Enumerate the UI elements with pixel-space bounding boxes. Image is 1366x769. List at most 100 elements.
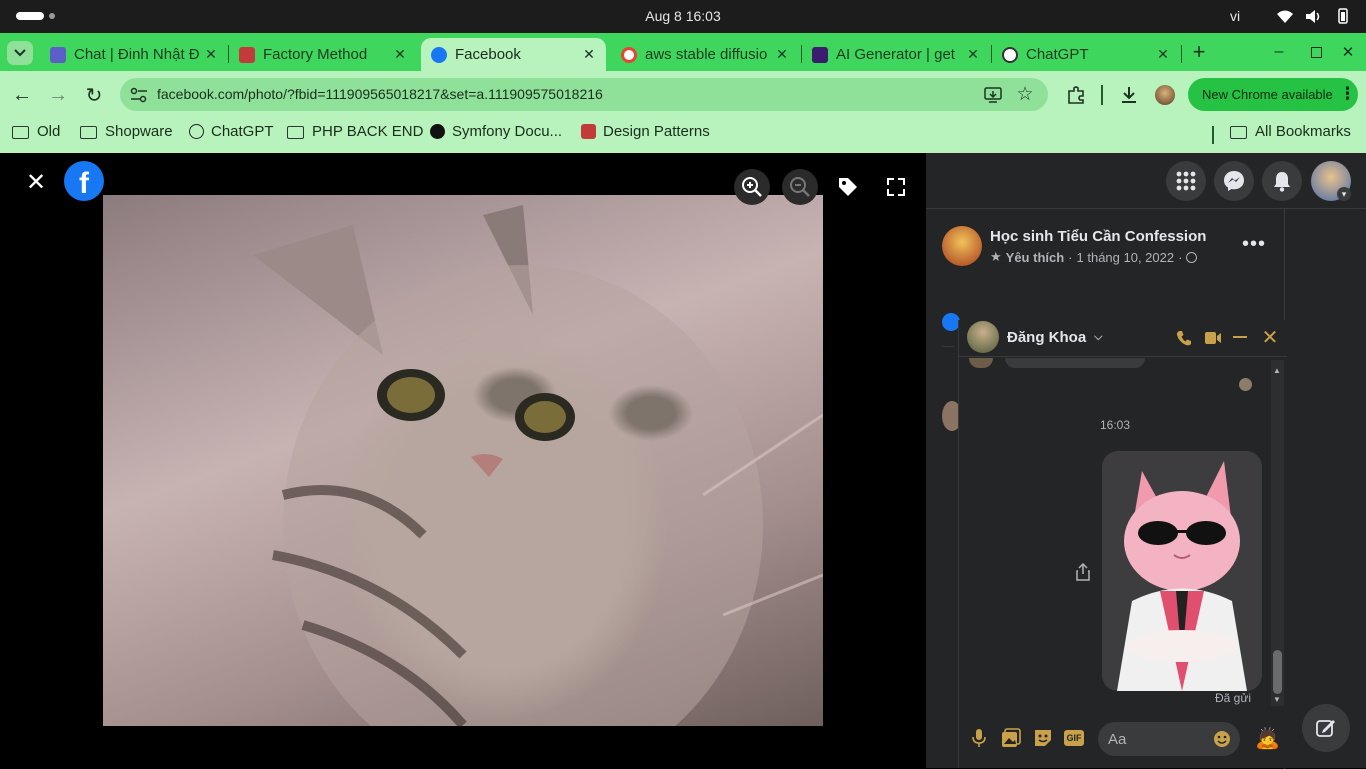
close-tab-icon[interactable]: ✕ (771, 46, 793, 63)
message-input[interactable]: Aa (1098, 722, 1240, 756)
tab-divider (1181, 45, 1182, 63)
facebook-logo-icon[interactable]: f (64, 161, 104, 201)
message-timestamp: 16:03 (1099, 418, 1131, 432)
sent-image-message[interactable] (1102, 451, 1262, 691)
tab-chat[interactable]: Chat | Đinh Nhật Đ ✕ (40, 38, 228, 71)
gif-icon[interactable]: GIF (1064, 730, 1084, 746)
chevron-down-icon (14, 49, 26, 57)
browser-toolbar: ← → ↻ facebook.com/photo/?fbid=111909565… (0, 71, 1366, 117)
read-receipt-avatar (1239, 378, 1252, 391)
tab-ai-generator[interactable]: AI Generator | get ✕ (802, 38, 990, 71)
contact-name: Đăng Khoa (1007, 329, 1087, 346)
folder-icon (1230, 126, 1247, 139)
extensions-icon[interactable] (1066, 85, 1086, 105)
bookmark-label: Symfony Docu... (452, 123, 563, 140)
back-arrow-icon[interactable]: ← (10, 83, 34, 107)
bookmark-folder-shopware[interactable]: Shopware (80, 123, 173, 140)
install-app-icon[interactable] (984, 86, 1002, 104)
bookmarks-bar: Old Shopware ChatGPT PHP BACK END Symfon… (0, 117, 1366, 154)
url-text[interactable]: facebook.com/photo/?fbid=111909565018217… (157, 86, 603, 102)
tab-label: AI Generator | get (836, 46, 955, 63)
tab-facebook[interactable]: Facebook ✕ (421, 38, 606, 71)
sticker-icon[interactable] (1033, 728, 1053, 748)
close-tab-icon[interactable]: ✕ (389, 46, 411, 63)
scroll-down-icon[interactable]: ▼ (1273, 695, 1281, 704)
google-icon (621, 46, 637, 63)
bookmark-star-icon[interactable]: ☆ (1014, 83, 1036, 105)
star-icon: ★ (990, 249, 1002, 264)
minimize-window-icon[interactable]: – (1268, 41, 1290, 63)
page-avatar[interactable] (942, 226, 982, 266)
account-chevron-icon[interactable]: ▾ (1337, 187, 1351, 201)
battery-icon[interactable] (1334, 7, 1352, 25)
minimize-chat-icon[interactable] (1233, 336, 1247, 338)
post-date[interactable]: 1 tháng 10, 2022 (1077, 250, 1175, 265)
input-language[interactable]: vi (1230, 8, 1240, 24)
download-icon[interactable] (1119, 85, 1139, 105)
close-tab-icon[interactable]: ✕ (578, 46, 600, 63)
reload-icon[interactable]: ↻ (82, 83, 106, 107)
tab-label: Facebook (455, 46, 521, 63)
new-message-button[interactable] (1302, 704, 1350, 752)
os-top-bar: Aug 8 16:03 vi (0, 0, 1366, 33)
chevron-down-icon: ⌵ (1094, 331, 1103, 343)
teams-icon (50, 46, 66, 63)
zoom-in-button[interactable] (734, 169, 770, 205)
all-bookmarks-button[interactable]: All Bookmarks (1230, 123, 1351, 140)
tab-search-button[interactable] (7, 41, 33, 65)
emoji-icon[interactable] (1213, 730, 1231, 748)
symfony-icon (430, 124, 445, 139)
new-tab-icon[interactable]: + (1188, 39, 1210, 64)
post-options-icon[interactable]: ••• (1242, 233, 1266, 256)
site-settings-icon[interactable] (130, 87, 148, 103)
close-window-icon[interactable]: ✕ (1337, 41, 1359, 63)
bookmark-folder-php-back-end[interactable]: PHP BACK END (287, 123, 423, 140)
tab-chatgpt[interactable]: ChatGPT ✕ (992, 38, 1180, 71)
new-chrome-available-button[interactable]: New Chrome available ⋮ (1188, 78, 1358, 111)
page-name[interactable]: Học sinh Tiểu Cần Confession (990, 228, 1206, 245)
scrollbar-thumb[interactable] (1273, 650, 1282, 694)
close-tab-icon[interactable]: ✕ (200, 46, 222, 63)
bookmark-design-patterns[interactable]: Design Patterns (581, 123, 710, 140)
fullscreen-button[interactable] (878, 169, 914, 205)
scroll-up-icon[interactable]: ▲ (1273, 366, 1281, 375)
quick-reaction-icon[interactable]: 🙇 (1255, 726, 1280, 751)
video-call-icon[interactable] (1204, 330, 1222, 346)
bookmark-chatgpt[interactable]: ChatGPT (189, 123, 274, 140)
volume-icon[interactable] (1305, 9, 1323, 24)
contact-avatar[interactable] (967, 321, 999, 353)
address-bar[interactable]: facebook.com/photo/?fbid=111909565018217… (120, 78, 1048, 111)
bookmark-symfony-docs[interactable]: Symfony Docu... (430, 123, 562, 140)
more-vert-icon[interactable]: ⋮ (1339, 84, 1356, 104)
chat-scrollbar[interactable]: ▲ ▼ (1271, 360, 1284, 706)
wifi-icon[interactable] (1276, 9, 1294, 24)
voice-call-icon[interactable] (1175, 329, 1193, 347)
forward-arrow-icon[interactable]: → (46, 83, 70, 107)
facebook-icon (431, 46, 447, 63)
close-tab-icon[interactable]: ✕ (962, 46, 984, 63)
tab-factory-method[interactable]: Factory Method ✕ (229, 38, 417, 71)
notifications-button[interactable] (1262, 161, 1302, 201)
post-photo[interactable] (103, 195, 823, 726)
tab-aws-stable-diffusion[interactable]: aws stable diffusio ✕ (611, 38, 799, 71)
close-tab-icon[interactable]: ✕ (1152, 46, 1174, 63)
menu-button[interactable] (1166, 161, 1206, 201)
sent-status: Đã gửi (1215, 691, 1252, 705)
bookmark-label: Design Patterns (603, 123, 710, 140)
zoom-out-icon (790, 177, 810, 197)
profile-avatar[interactable] (1155, 85, 1175, 105)
close-viewer-icon[interactable]: ✕ (23, 169, 49, 196)
photo-attach-icon[interactable] (1001, 728, 1021, 748)
share-icon[interactable] (1075, 563, 1091, 581)
messenger-button[interactable] (1214, 161, 1254, 201)
contact-name-button[interactable]: Đăng Khoa ⌵ (1007, 329, 1103, 346)
zoom-out-button[interactable] (782, 169, 818, 205)
maximize-window-icon[interactable] (1305, 41, 1327, 63)
tab-strip: Chat | Đinh Nhật Đ ✕ Factory Method ✕ Fa… (0, 33, 1366, 71)
tag-photo-button[interactable] (830, 169, 866, 205)
microphone-icon[interactable] (971, 728, 987, 748)
header-divider (926, 208, 1366, 209)
bookmark-folder-old[interactable]: Old (12, 123, 60, 140)
os-clock[interactable]: Aug 8 16:03 (0, 8, 1366, 24)
close-chat-icon[interactable]: ✕ (1259, 326, 1281, 349)
